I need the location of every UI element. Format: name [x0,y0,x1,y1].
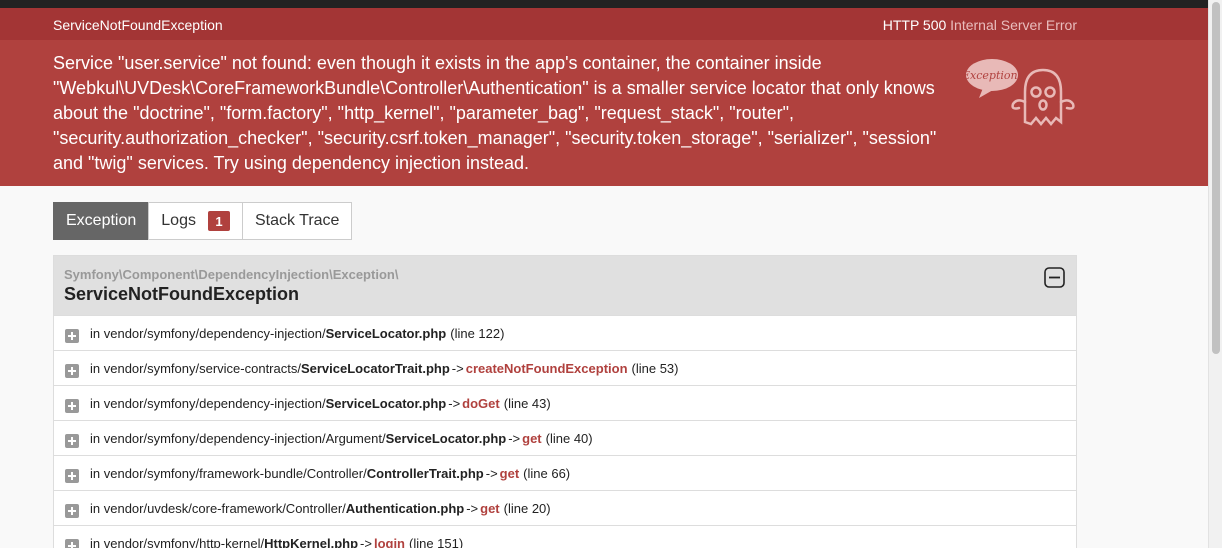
trace-path: in vendor/symfony/http-kernel/ [90,535,265,548]
expand-icon[interactable] [65,329,79,343]
trace-row[interactable]: in vendor/symfony/dependency-injection/A… [54,421,1076,456]
trace-function: doGet [462,395,500,411]
expand-icon[interactable] [65,504,79,518]
logs-count-badge: 1 [207,211,230,231]
tab-logs[interactable]: Logs 1 [148,202,243,240]
trace-function: login [373,535,405,548]
status-text: Internal Server Error [950,17,1077,33]
exception-class-name: ServiceNotFoundException [53,17,223,33]
tab-exception[interactable]: Exception [53,202,150,240]
trace-arrow: -> [508,430,521,446]
trace-header: Symfony\Component\DependencyInjection\Ex… [54,256,1076,316]
trace-function: get [480,500,500,516]
trace-line-number: (line 40) [545,430,593,446]
expand-icon[interactable] [65,364,79,378]
trace-path: in vendor/symfony/dependency-injection/ [90,395,326,411]
trace-row[interactable]: in vendor/symfony/http-kernel/HttpKernel… [54,526,1076,548]
trace-path: in vendor/uvdesk/core-framework/Controll… [90,500,346,516]
collapse-icon[interactable] [1044,267,1065,288]
trace-line-number: (line 66) [523,465,571,481]
trace-file: ServiceLocator.php [385,430,507,446]
trace-list: in vendor/symfony/dependency-injection/S… [54,316,1076,548]
trace-function: get [499,465,520,481]
scrollbar[interactable] [1208,0,1222,548]
trace-file: Authentication.php [345,500,465,516]
expand-icon[interactable] [65,539,79,548]
exception-message: Service "user.service" not found: even t… [53,53,937,173]
exception-bubble-label: Exception! [963,69,1022,82]
trace-line-number: (line 43) [503,395,551,411]
trace-row[interactable]: in vendor/uvdesk/core-framework/Controll… [54,491,1076,526]
exception-namespace: Symfony\Component\DependencyInjection\Ex… [64,267,399,282]
trace-row[interactable]: in vendor/symfony/dependency-injection/S… [54,386,1076,421]
trace-function: get [522,430,542,446]
trace-path: in vendor/symfony/dependency-injection/ [90,325,326,341]
trace-arrow: -> [448,395,461,411]
trace-path: in vendor/symfony/service-contracts/ [90,360,301,376]
trace-row[interactable]: in vendor/symfony/service-contracts/Serv… [54,351,1076,386]
trace-panel: Symfony\Component\DependencyInjection\Ex… [53,255,1077,548]
tab-stack-trace[interactable]: Stack Trace [241,202,353,240]
trace-path: in vendor/symfony/framework-bundle/Contr… [90,465,367,481]
top-bar [0,0,1208,8]
trace-row[interactable]: in vendor/symfony/framework-bundle/Contr… [54,456,1076,491]
trace-line-number: (line 53) [631,360,679,376]
trace-exception-class: ServiceNotFoundException [64,284,300,304]
ghost-icon: Exception! [963,59,1075,126]
trace-arrow: -> [485,465,498,481]
trace-function: createNotFoundException [465,360,628,376]
scrollbar-thumb[interactable] [1212,2,1220,354]
trace-line-number: (line 122) [450,325,505,341]
tab-logs-label: Logs [161,212,196,229]
status-code: HTTP 500 [882,17,947,33]
trace-file: ServiceLocatorTrait.php [300,360,450,376]
trace-row[interactable]: in vendor/symfony/dependency-injection/S… [54,316,1076,351]
expand-icon[interactable] [65,399,79,413]
trace-arrow: -> [466,500,479,516]
trace-file: ServiceLocator.php [325,395,447,411]
exception-message-box: Service "user.service" not found: even t… [0,40,1208,186]
tab-bar: Exception Logs 1 Stack Trace [53,202,353,240]
trace-path: in vendor/symfony/dependency-injection/A… [90,430,386,446]
trace-line-number: (line 151) [409,535,464,548]
trace-arrow: -> [360,535,372,548]
trace-arrow: -> [451,360,464,376]
tab-exception-label: Exception [66,212,137,229]
trace-file: ServiceLocator.php [325,325,447,341]
tab-stack-trace-label: Stack Trace [254,212,340,229]
http-status: HTTP 500 Internal Server Error [883,17,1077,33]
expand-icon[interactable] [65,469,79,483]
trace-line-number: (line 20) [503,500,551,516]
trace-file: HttpKernel.php [264,535,359,548]
expand-icon[interactable] [65,434,79,448]
exception-header: ServiceNotFoundException HTTP 500 Intern… [0,8,1208,40]
trace-file: ControllerTrait.php [366,465,484,481]
